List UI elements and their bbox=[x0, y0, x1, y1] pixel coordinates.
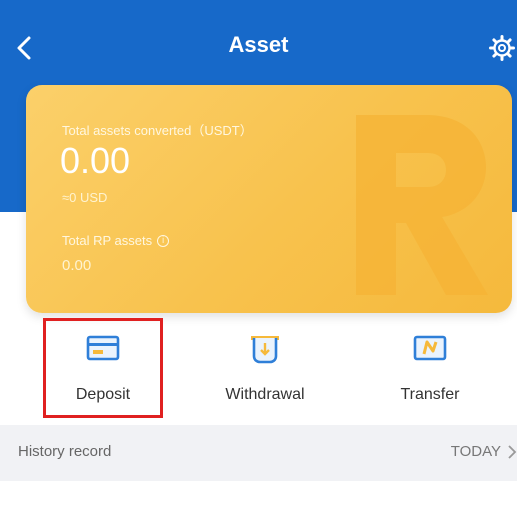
rp-assets-label: Total RP assets i bbox=[62, 233, 170, 248]
deposit-label: Deposit bbox=[75, 386, 131, 403]
transfer-button[interactable]: Transfer bbox=[370, 318, 490, 418]
withdraw-icon bbox=[251, 336, 279, 364]
transfer-label: Transfer bbox=[400, 386, 460, 403]
r-logo-watermark bbox=[356, 115, 488, 295]
info-icon[interactable]: i bbox=[157, 234, 170, 247]
settings-button[interactable] bbox=[488, 30, 517, 66]
page-title: Asset bbox=[228, 32, 289, 57]
total-assets-value: 0.00 bbox=[60, 140, 131, 181]
transfer-icon bbox=[413, 335, 447, 361]
asset-card: Total assets converted（USDT） 0.00 ≈0 USD… bbox=[26, 85, 512, 313]
total-assets-label: Total assets converted（USDT） bbox=[62, 123, 253, 138]
rp-assets-label-text: Total RP assets bbox=[62, 233, 153, 248]
history-record-title: History record bbox=[18, 443, 112, 460]
gear-icon bbox=[489, 35, 515, 61]
history-record-bar: History record TODAY bbox=[0, 425, 517, 481]
usd-equivalent: ≈0 USD bbox=[62, 190, 108, 205]
rp-assets-value: 0.00 bbox=[62, 257, 92, 274]
withdrawal-label: Withdrawal bbox=[225, 386, 305, 403]
date-filter-button[interactable]: TODAY bbox=[451, 443, 517, 460]
deposit-button[interactable]: Deposit bbox=[43, 318, 163, 418]
date-filter-label: TODAY bbox=[450, 443, 501, 460]
chevron-right-icon bbox=[508, 444, 517, 459]
card-icon bbox=[86, 335, 120, 361]
withdrawal-button[interactable]: Withdrawal bbox=[205, 318, 325, 418]
